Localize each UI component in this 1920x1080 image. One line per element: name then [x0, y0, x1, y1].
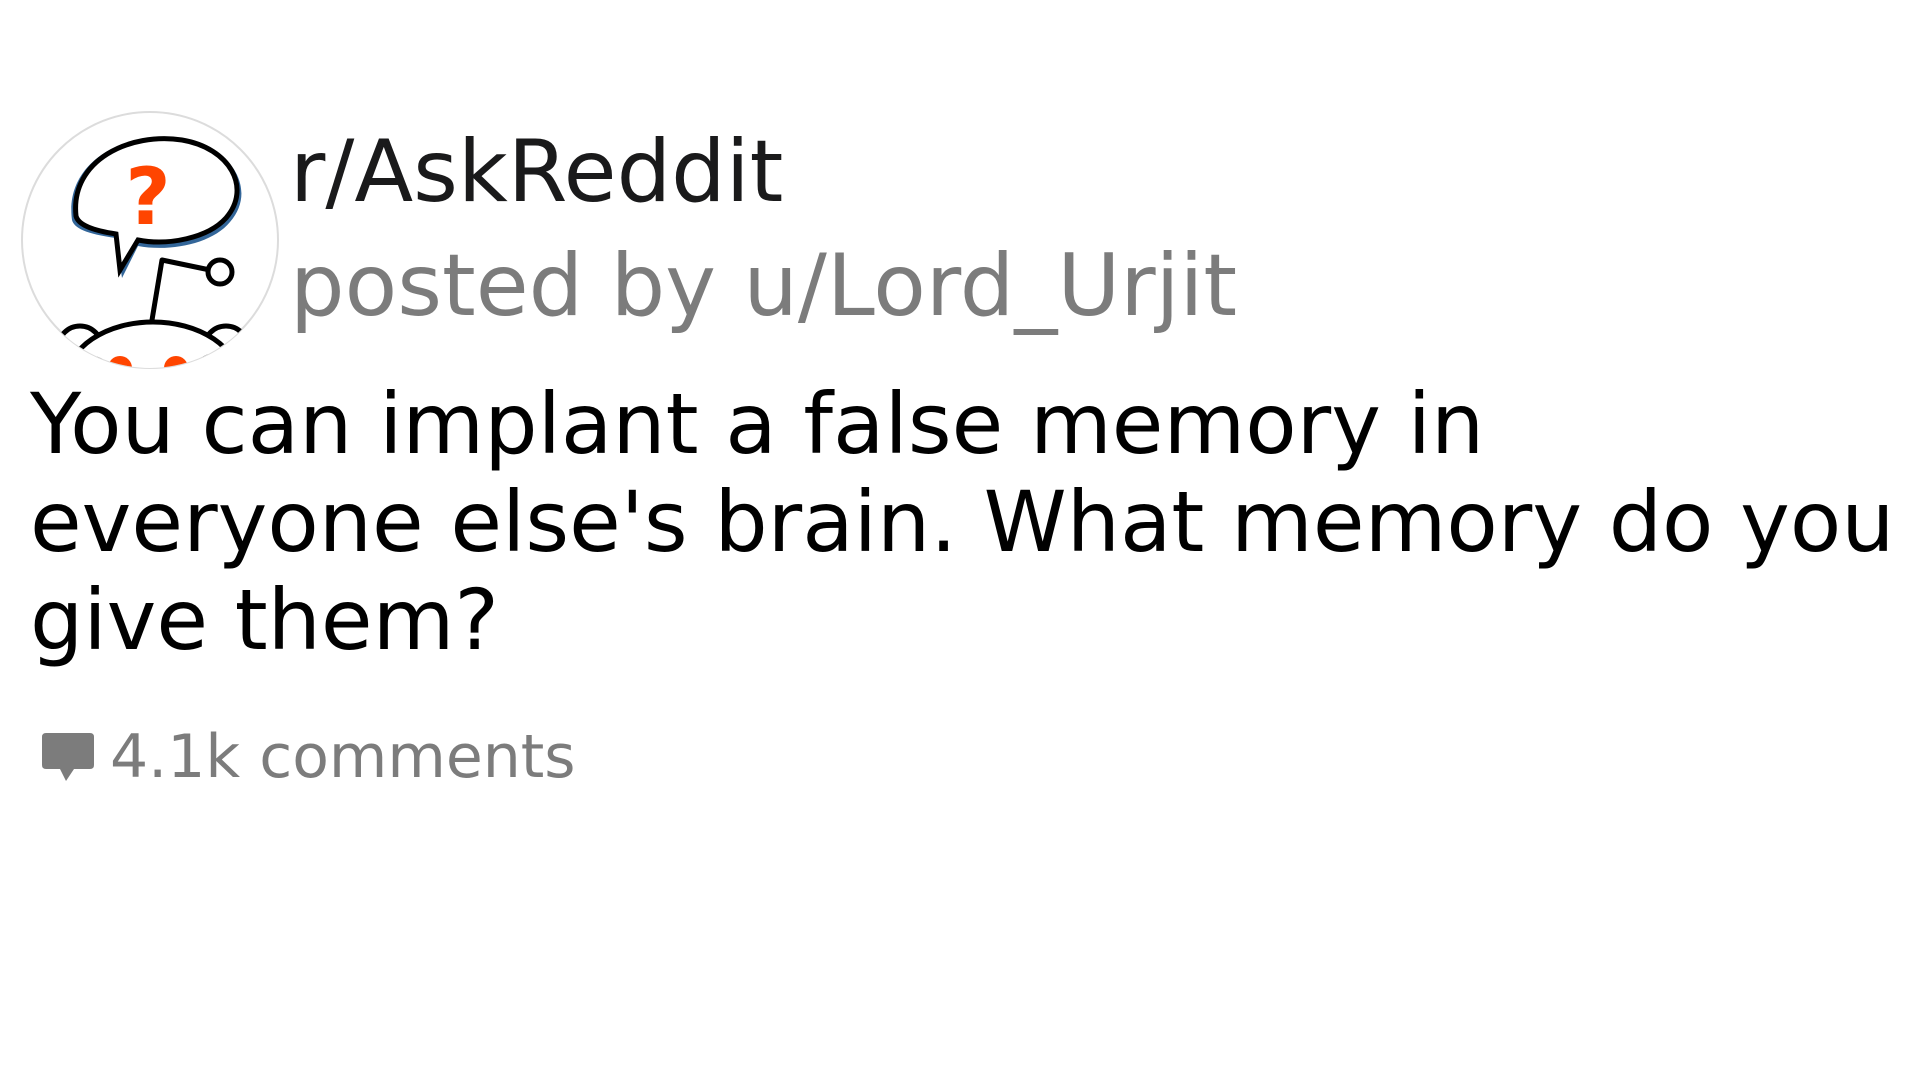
post-title[interactable]: You can implant a false memory in everyo…: [30, 375, 1900, 669]
subreddit-name[interactable]: r/AskReddit: [290, 112, 783, 232]
svg-text:?: ?: [125, 153, 170, 243]
subreddit-avatar[interactable]: ?: [20, 110, 280, 370]
askreddit-snoo-question-icon: ?: [21, 111, 279, 369]
post-author[interactable]: posted by u/Lord_Urjit: [290, 226, 1237, 346]
comments-count[interactable]: 4.1k comments: [110, 722, 576, 792]
comments-link[interactable]: 4.1k comments: [40, 722, 576, 792]
comment-bubble-icon: [42, 733, 94, 781]
